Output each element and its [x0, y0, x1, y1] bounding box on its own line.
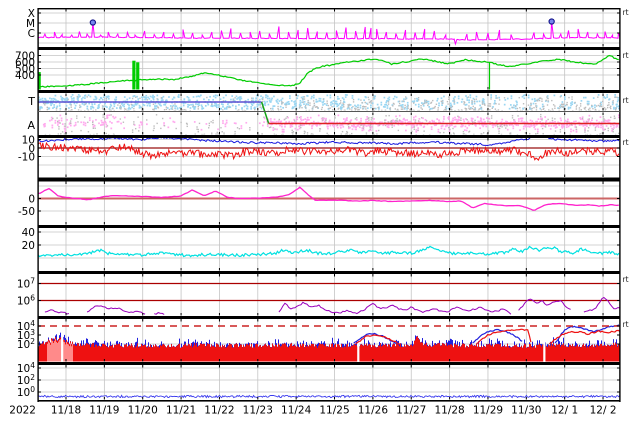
y-tick-label-bfield: -10: [18, 152, 35, 164]
y-tick-label-density: 20: [22, 240, 35, 252]
rt-flag-bfield: rt: [623, 138, 629, 147]
x-tick-label: 11/20: [128, 405, 158, 417]
x-tick-label: 12/ 1: [551, 405, 578, 417]
y-tick-label-t: T: [27, 95, 35, 108]
y-tick-label-dst: -50: [18, 206, 35, 218]
rt-flag-speed: rt: [623, 51, 629, 60]
x-axis-year-label: 2022: [9, 405, 36, 417]
x-tick-label: 11/26: [358, 405, 389, 417]
x-tick-label: 11/18: [51, 405, 81, 417]
y-tick-label-dst: 0: [28, 194, 35, 206]
x-tick-label: 11/24: [281, 405, 312, 417]
y-tick-label-xray: C: [28, 28, 35, 40]
speed-data-bar: [132, 60, 136, 90]
x-tick-label: 11/23: [243, 405, 273, 417]
y-tick-label-speed: 400: [15, 70, 35, 82]
rt-flag-t_track: rt: [623, 96, 629, 105]
speed-data-bar: [136, 62, 140, 90]
x-tick-label: 11/28: [434, 405, 464, 417]
flare-event-marker: [548, 18, 555, 25]
x-tick-label: 11/21: [166, 405, 196, 417]
flare-event-marker: [89, 19, 97, 26]
rt-flag-electron: rt: [623, 275, 629, 284]
rt-flag-proton: rt: [623, 320, 629, 329]
y-tick-label-a: A: [27, 119, 35, 132]
x-tick-label: 11/29: [473, 405, 503, 417]
y-tick-label-density: 40: [22, 227, 35, 239]
rt-flag-xray: rt: [623, 8, 629, 17]
x-tick-label: 12/ 2: [590, 405, 617, 417]
x-tick-label: 11/22: [204, 405, 234, 417]
x-tick-label: 11/19: [89, 405, 119, 417]
x-tick-label: 11/30: [511, 405, 541, 417]
plot-canvas: XMC700600500400100-100-50402010710610410…: [0, 0, 634, 424]
x-tick-label: 11/27: [396, 405, 426, 417]
x-tick-label: 11/25: [319, 405, 349, 417]
space-weather-overview-figure: X M C 700 600 500 400 10 0 -10 0 -50 40 20 107 106 104 10…: [0, 0, 634, 424]
